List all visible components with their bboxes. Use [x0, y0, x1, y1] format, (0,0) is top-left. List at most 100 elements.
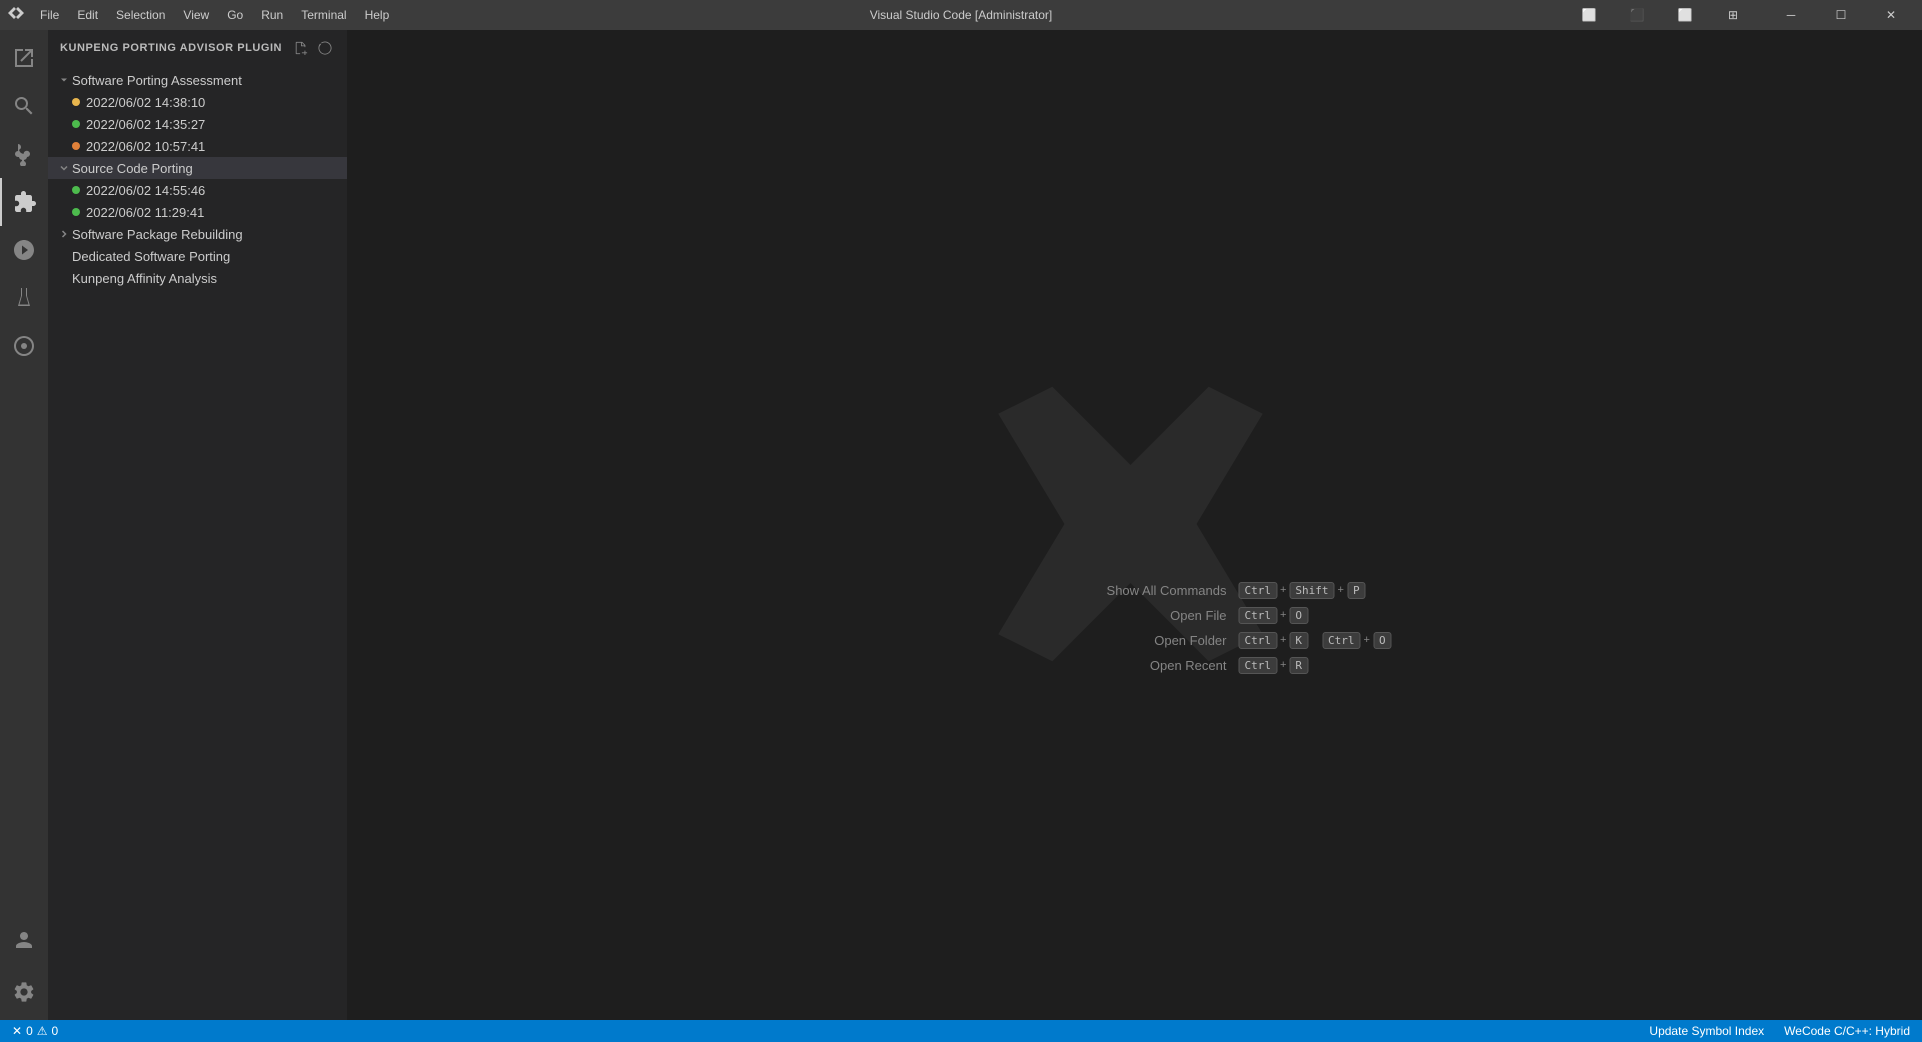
assessment-1-label: 2022/06/02 14:38:10 [86, 95, 339, 110]
assessment-2-label: 2022/06/02 14:35:27 [86, 117, 339, 132]
menu-run[interactable]: Run [253, 6, 291, 24]
kunpeng-affinity-label: Kunpeng Affinity Analysis [72, 271, 339, 286]
status-dot-green-3 [72, 208, 80, 216]
activity-testing[interactable] [0, 274, 48, 322]
open-recent-keys: Ctrl + R [1238, 657, 1308, 674]
new-file-button[interactable] [291, 38, 311, 58]
software-porting-assessment-label: Software Porting Assessment [72, 73, 339, 88]
open-folder-label: Open Folder [1106, 633, 1226, 648]
menu-selection[interactable]: Selection [108, 6, 173, 24]
activity-source-control[interactable] [0, 130, 48, 178]
minimize-button[interactable]: ─ [1768, 0, 1814, 30]
refresh-button[interactable] [315, 38, 335, 58]
tree-item-assessment-3[interactable]: 2022/06/02 10:57:41 [48, 135, 347, 157]
sidebar-header: KUNPENG PORTING ADVISOR PLUGIN [48, 30, 347, 65]
error-count: 0 [26, 1024, 33, 1038]
maximize-button[interactable]: ☐ [1818, 0, 1864, 30]
kbd-o-2: O [1373, 632, 1392, 649]
layout-btn-1[interactable]: ⬜ [1566, 0, 1612, 30]
sidebar-title: KUNPENG PORTING ADVISOR PLUGIN [60, 42, 282, 54]
status-bar-right: Update Symbol Index WeCode C/C++: Hybrid [1645, 1024, 1914, 1038]
activity-settings[interactable] [0, 968, 48, 1016]
tree-item-source-code-porting[interactable]: Source Code Porting [48, 157, 347, 179]
menu-go[interactable]: Go [219, 6, 251, 24]
vscode-icon [8, 7, 24, 23]
sidebar-header-actions [291, 38, 335, 58]
window-controls: ⬜ ⬛ ⬜ ⊞ ─ ☐ ✕ [1566, 0, 1914, 30]
activity-kunpeng[interactable] [0, 322, 48, 370]
open-folder-keys: Ctrl + K Ctrl + O [1238, 632, 1391, 649]
main-container: KUNPENG PORTING ADVISOR PLUGIN Software … [0, 30, 1922, 1020]
activity-search[interactable] [0, 82, 48, 130]
menu-file[interactable]: File [32, 6, 67, 24]
language-mode[interactable]: WeCode C/C++: Hybrid [1780, 1024, 1914, 1038]
shortcut-open-recent: Open Recent Ctrl + R [1106, 657, 1391, 674]
title-bar-left: File Edit Selection View Go Run Terminal… [8, 6, 397, 24]
porting-1-label: 2022/06/02 14:55:46 [86, 183, 339, 198]
language-mode-label: WeCode C/C++: Hybrid [1784, 1024, 1910, 1038]
status-dot-yellow [72, 98, 80, 106]
tree-item-kunpeng-affinity[interactable]: Kunpeng Affinity Analysis [48, 267, 347, 289]
show-all-commands-label: Show All Commands [1106, 583, 1226, 598]
status-dot-green [72, 120, 80, 128]
chevron-right-icon [56, 226, 72, 242]
kbd-o-1: O [1289, 607, 1308, 624]
source-code-porting-label: Source Code Porting [72, 161, 305, 176]
tree-item-dedicated-software-porting[interactable]: Dedicated Software Porting [48, 245, 347, 267]
kbd-r: R [1289, 657, 1308, 674]
kbd-shift: Shift [1289, 582, 1334, 599]
activity-explorer[interactable] [0, 34, 48, 82]
editor-area: Show All Commands Ctrl + Shift + P Open … [348, 30, 1922, 1020]
warning-icon: ⚠ [37, 1024, 48, 1038]
layout-btn-2[interactable]: ⬛ [1614, 0, 1660, 30]
status-bar-left: ✕ 0 ⚠ 0 [8, 1024, 62, 1038]
activity-bar [0, 30, 48, 1020]
update-symbol-index[interactable]: Update Symbol Index [1645, 1024, 1768, 1038]
status-dot-green-2 [72, 186, 80, 194]
menu-terminal[interactable]: Terminal [293, 6, 354, 24]
open-file-keys: Ctrl + O [1238, 607, 1308, 624]
shortcut-open-folder: Open Folder Ctrl + K Ctrl + O [1106, 632, 1391, 649]
new-report-icon[interactable] [305, 160, 321, 176]
menu-edit[interactable]: Edit [69, 6, 106, 24]
tree-item-software-porting-assessment[interactable]: Software Porting Assessment [48, 69, 347, 91]
kbd-ctrl-1: Ctrl [1238, 582, 1277, 599]
kbd-p-1: P [1347, 582, 1366, 599]
update-symbol-index-label: Update Symbol Index [1649, 1024, 1764, 1038]
shortcut-show-all-commands: Show All Commands Ctrl + Shift + P [1106, 582, 1391, 599]
kbd-ctrl-4: Ctrl [1322, 632, 1361, 649]
kbd-ctrl-3: Ctrl [1238, 632, 1277, 649]
status-dot-orange [72, 142, 80, 150]
status-bar: ✕ 0 ⚠ 0 Update Symbol Index WeCode C/C++… [0, 1020, 1922, 1042]
software-package-rebuilding-label: Software Package Rebuilding [72, 227, 339, 242]
assessment-3-label: 2022/06/02 10:57:41 [86, 139, 339, 154]
shortcut-open-file: Open File Ctrl + O [1106, 607, 1391, 624]
kbd-k: K [1289, 632, 1308, 649]
tree-item-assessment-2[interactable]: 2022/06/02 14:35:27 [48, 113, 347, 135]
chevron-down-icon [56, 72, 72, 88]
open-recent-label: Open Recent [1106, 658, 1226, 673]
window-title: Visual Studio Code [Administrator] [870, 8, 1053, 22]
porting-2-label: 2022/06/02 11:29:41 [86, 205, 339, 220]
layout-btn-3[interactable]: ⬜ [1662, 0, 1708, 30]
menu-bar: File Edit Selection View Go Run Terminal… [32, 6, 397, 24]
kbd-ctrl-2: Ctrl [1238, 607, 1277, 624]
tree-item-assessment-1[interactable]: 2022/06/02 14:38:10 [48, 91, 347, 113]
tree-item-porting-1[interactable]: 2022/06/02 14:55:46 [48, 179, 347, 201]
error-icon: ✕ [12, 1024, 22, 1038]
menu-view[interactable]: View [175, 6, 217, 24]
tree-item-porting-2[interactable]: 2022/06/02 11:29:41 [48, 201, 347, 223]
close-button[interactable]: ✕ [1868, 0, 1914, 30]
activity-account[interactable] [0, 916, 48, 964]
activity-extensions[interactable] [0, 178, 48, 226]
open-file-label: Open File [1106, 608, 1226, 623]
menu-help[interactable]: Help [357, 6, 398, 24]
activity-run-debug[interactable] [0, 226, 48, 274]
tree-container: Software Porting Assessment 2022/06/02 1… [48, 65, 347, 1020]
delete-icon[interactable] [323, 160, 339, 176]
status-errors[interactable]: ✕ 0 ⚠ 0 [8, 1024, 62, 1038]
layout-btn-4[interactable]: ⊞ [1710, 0, 1756, 30]
tree-item-software-package-rebuilding[interactable]: Software Package Rebuilding [48, 223, 347, 245]
activity-bar-bottom [0, 916, 48, 1016]
chevron-down-icon-2 [56, 160, 72, 176]
